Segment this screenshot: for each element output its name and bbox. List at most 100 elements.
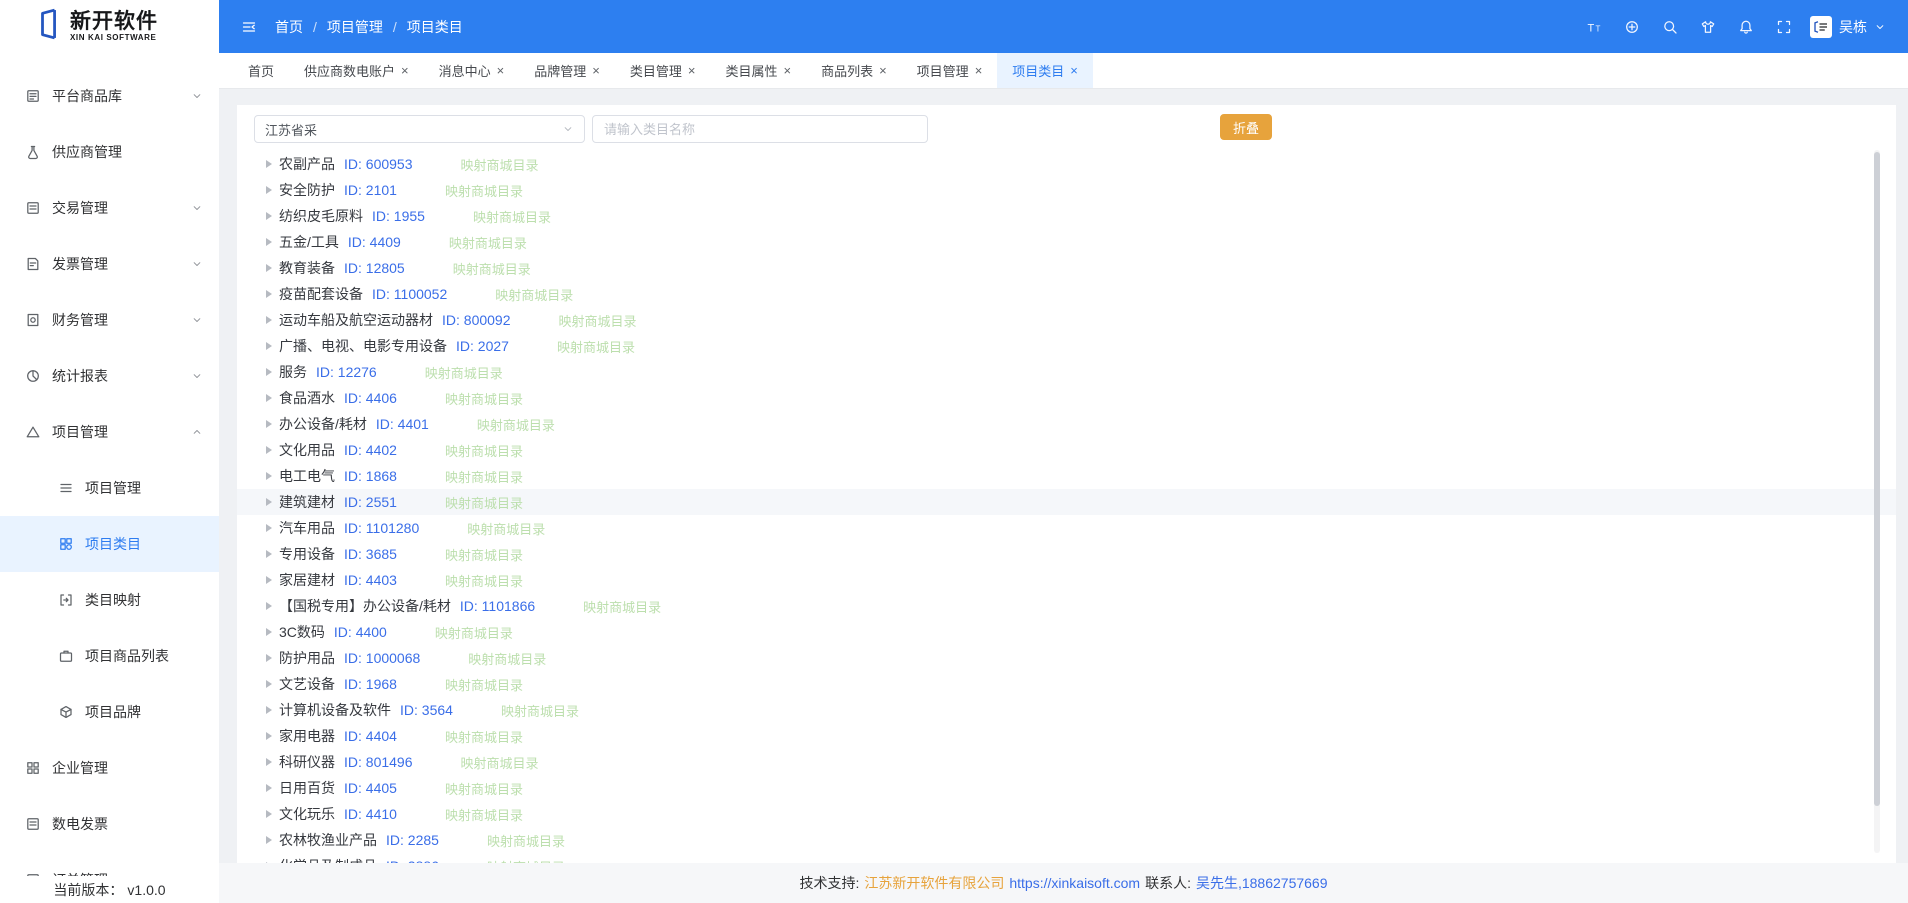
caret-right-icon[interactable] — [266, 836, 272, 844]
caret-right-icon[interactable] — [266, 472, 272, 480]
caret-right-icon[interactable] — [266, 420, 272, 428]
caret-right-icon[interactable] — [266, 316, 272, 324]
caret-right-icon[interactable] — [266, 680, 272, 688]
tree-row[interactable]: 电工电气 ID: 1868 映射商城目录 — [237, 463, 1896, 489]
tab[interactable]: 首页 × — [233, 53, 289, 88]
tree-row[interactable]: 办公设备/耗材 ID: 4401 映射商城目录 — [237, 411, 1896, 437]
tab[interactable]: 品牌管理 × — [519, 53, 615, 88]
tree-row[interactable]: 教育装备 ID: 12805 映射商城目录 — [237, 255, 1896, 281]
sidebar-item[interactable]: 供应商管理 — [0, 124, 219, 180]
caret-right-icon[interactable] — [266, 238, 272, 246]
tree-row[interactable]: 纺织皮毛原料 ID: 1955 映射商城目录 — [237, 203, 1896, 229]
tab[interactable]: 类目管理 × — [615, 53, 711, 88]
sidebar-item[interactable]: 类目映射 — [0, 572, 219, 628]
map-mall-catalog-link[interactable]: 映射商城目录 — [445, 571, 523, 590]
tree-row[interactable]: 汽车用品 ID: 1101280 映射商城目录 — [237, 515, 1896, 541]
tree-row[interactable]: 3C数码 ID: 4400 映射商城目录 — [237, 619, 1896, 645]
caret-right-icon[interactable] — [266, 498, 272, 506]
map-mall-catalog-link[interactable]: 映射商城目录 — [449, 233, 527, 252]
collapse-sidebar-icon[interactable] — [241, 19, 257, 35]
brand-logo[interactable]: 新开软件 XIN KAI SOFTWARE — [0, 0, 219, 53]
map-mall-catalog-link[interactable]: 映射商城目录 — [435, 623, 513, 642]
caret-right-icon[interactable] — [266, 706, 272, 714]
caret-right-icon[interactable] — [266, 290, 272, 298]
tab-close-icon[interactable]: × — [975, 64, 983, 77]
tree-row[interactable]: 计算机设备及软件 ID: 3564 映射商城目录 — [237, 697, 1896, 723]
map-mall-catalog-link[interactable]: 映射商城目录 — [445, 545, 523, 564]
tree-row[interactable]: 农副产品 ID: 600953 映射商城目录 — [237, 151, 1896, 177]
tab[interactable]: 供应商数电账户 × — [289, 53, 424, 88]
tree-row[interactable]: 服务 ID: 12276 映射商城目录 — [237, 359, 1896, 385]
sidebar-item[interactable]: 平台商品库 — [0, 68, 219, 124]
sidebar-item[interactable]: 财务管理 — [0, 292, 219, 348]
contact-link[interactable]: 吴先生,18862757669 — [1196, 873, 1328, 893]
map-mall-catalog-link[interactable]: 映射商城目录 — [583, 597, 661, 616]
sidebar-item[interactable]: 交易管理 — [0, 180, 219, 236]
map-mall-catalog-link[interactable]: 映射商城目录 — [557, 337, 635, 356]
map-mall-catalog-link[interactable]: 映射商城目录 — [445, 493, 523, 512]
tree-row[interactable]: 家用电器 ID: 4404 映射商城目录 — [237, 723, 1896, 749]
locate-icon[interactable] — [1624, 19, 1640, 35]
tree-row[interactable]: 食品酒水 ID: 4406 映射商城目录 — [237, 385, 1896, 411]
fullscreen-icon[interactable] — [1776, 19, 1792, 35]
tree-row[interactable]: 科研仪器 ID: 801496 映射商城目录 — [237, 749, 1896, 775]
font-size-icon[interactable]: TT — [1586, 19, 1602, 35]
tab-close-icon[interactable]: × — [688, 64, 696, 77]
map-mall-catalog-link[interactable]: 映射商城目录 — [461, 753, 539, 772]
caret-right-icon[interactable] — [266, 524, 272, 532]
tree-row[interactable]: 文艺设备 ID: 1968 映射商城目录 — [237, 671, 1896, 697]
tab[interactable]: 消息中心 × — [424, 53, 520, 88]
sidebar-item[interactable]: 数电发票 — [0, 796, 219, 852]
caret-right-icon[interactable] — [266, 446, 272, 454]
breadcrumb-item[interactable]: 首页 — [275, 17, 303, 37]
map-mall-catalog-link[interactable]: 映射商城目录 — [473, 207, 551, 226]
caret-right-icon[interactable] — [266, 550, 272, 558]
tab-close-icon[interactable]: × — [497, 64, 505, 77]
map-mall-catalog-link[interactable]: 映射商城目录 — [445, 727, 523, 746]
caret-right-icon[interactable] — [266, 758, 272, 766]
caret-right-icon[interactable] — [266, 576, 272, 584]
caret-right-icon[interactable] — [266, 160, 272, 168]
tree-row[interactable]: 疫苗配套设备 ID: 1100052 映射商城目录 — [237, 281, 1896, 307]
sidebar-item[interactable]: 项目品牌 — [0, 684, 219, 740]
sidebar-item[interactable]: 项目类目 — [0, 516, 219, 572]
caret-right-icon[interactable] — [266, 186, 272, 194]
collapse-button[interactable]: 折叠 — [1220, 114, 1272, 140]
scrollbar-track[interactable] — [1874, 150, 1880, 853]
tab[interactable]: 项目类目 × — [997, 53, 1093, 88]
caret-right-icon[interactable] — [266, 784, 272, 792]
tree-row[interactable]: 建筑建材 ID: 2551 映射商城目录 — [237, 489, 1896, 515]
map-mall-catalog-link[interactable]: 映射商城目录 — [501, 701, 579, 720]
tree-row[interactable]: 运动车船及航空运动器材 ID: 800092 映射商城目录 — [237, 307, 1896, 333]
breadcrumb-item[interactable]: 项目管理 — [303, 17, 383, 37]
map-mall-catalog-link[interactable]: 映射商城目录 — [445, 779, 523, 798]
sidebar-item[interactable]: 发票管理 — [0, 236, 219, 292]
category-search-input[interactable] — [592, 115, 928, 143]
map-mall-catalog-link[interactable]: 映射商城目录 — [467, 519, 545, 538]
map-mall-catalog-link[interactable]: 映射商城目录 — [559, 311, 637, 330]
notification-icon[interactable] — [1738, 19, 1754, 35]
sidebar-item[interactable]: 项目商品列表 — [0, 628, 219, 684]
caret-right-icon[interactable] — [266, 732, 272, 740]
tree-row[interactable]: 安全防护 ID: 2101 映射商城目录 — [237, 177, 1896, 203]
tree-row[interactable]: 文化用品 ID: 4402 映射商城目录 — [237, 437, 1896, 463]
tree-row[interactable]: 五金/工具 ID: 4409 映射商城目录 — [237, 229, 1896, 255]
caret-right-icon[interactable] — [266, 602, 272, 610]
caret-right-icon[interactable] — [266, 342, 272, 350]
tree-row[interactable]: 化学品及制成品 ID: 2886 映射商城目录 — [237, 853, 1896, 863]
caret-right-icon[interactable] — [266, 264, 272, 272]
tab-close-icon[interactable]: × — [592, 64, 600, 77]
map-mall-catalog-link[interactable]: 映射商城目录 — [445, 441, 523, 460]
map-mall-catalog-link[interactable]: 映射商城目录 — [461, 155, 539, 174]
tree-row[interactable]: 家居建材 ID: 4403 映射商城目录 — [237, 567, 1896, 593]
tab[interactable]: 项目管理 × — [902, 53, 998, 88]
tab-close-icon[interactable]: × — [401, 64, 409, 77]
tab-close-icon[interactable]: × — [783, 64, 791, 77]
sidebar-item[interactable]: 项目管理 — [0, 460, 219, 516]
tree-row[interactable]: 文化玩乐 ID: 4410 映射商城目录 — [237, 801, 1896, 827]
search-icon[interactable] — [1662, 19, 1678, 35]
tree-row[interactable]: 【国税专用】办公设备/耗材 ID: 1101866 映射商城目录 — [237, 593, 1896, 619]
sidebar-item[interactable]: 统计报表 — [0, 348, 219, 404]
map-mall-catalog-link[interactable]: 映射商城目录 — [445, 675, 523, 694]
project-select[interactable]: 江苏省采 — [254, 115, 585, 143]
